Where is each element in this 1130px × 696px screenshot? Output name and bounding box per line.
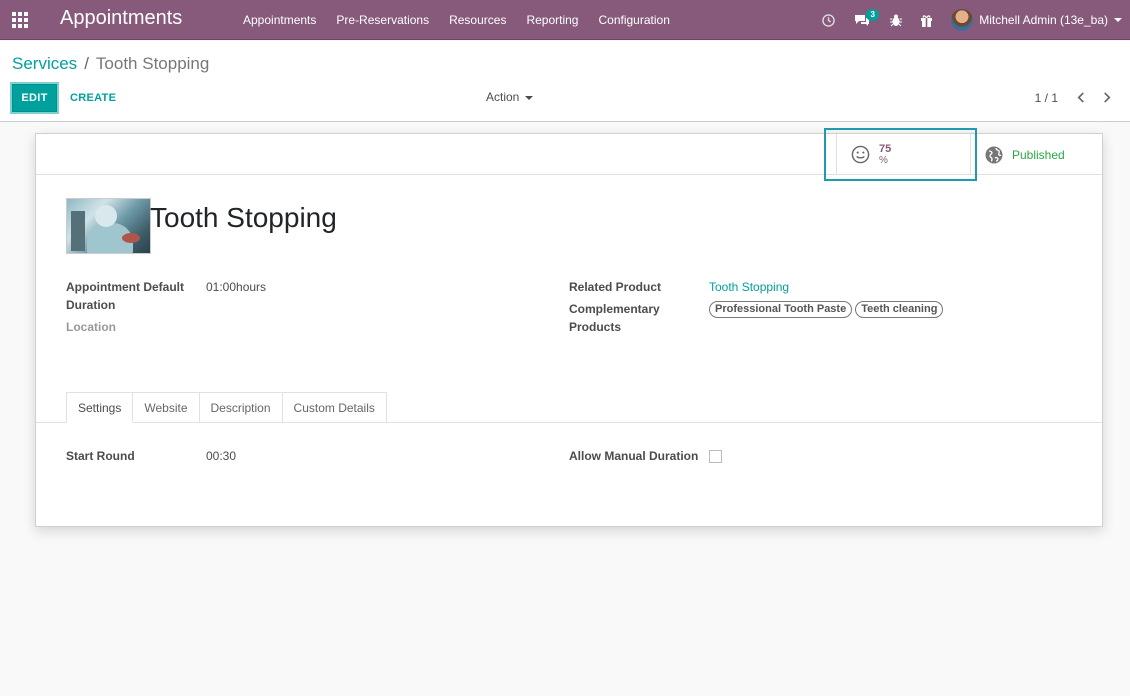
published-label: Published bbox=[1012, 147, 1065, 162]
create-button[interactable]: CREATE bbox=[64, 84, 122, 112]
breadcrumb-current: Tooth Stopping bbox=[95, 54, 210, 73]
pager-previous-button[interactable] bbox=[1068, 85, 1094, 109]
breadcrumb-services[interactable]: Services bbox=[12, 54, 77, 74]
menu-item-resources[interactable]: Resources bbox=[439, 0, 516, 40]
action-dropdown[interactable]: Action bbox=[486, 90, 534, 104]
menu-item-configuration[interactable]: Configuration bbox=[588, 0, 679, 40]
start-round-value: 00:30 bbox=[206, 449, 237, 463]
service-image[interactable] bbox=[66, 198, 151, 254]
pager-next-button[interactable] bbox=[1094, 85, 1120, 109]
related-product-label: Related Product bbox=[569, 280, 662, 294]
tag-teeth-cleaning[interactable]: Teeth cleaning bbox=[855, 301, 944, 318]
systray: 3 Mitchell Admin (13e_ba) bbox=[813, 0, 1130, 40]
chevron-left-icon bbox=[1077, 91, 1084, 103]
notebook-tabs: Settings Website Description Custom Deta… bbox=[66, 392, 387, 423]
complementary-products-label: Complementary Products bbox=[569, 302, 660, 334]
user-name: Mitchell Admin (13e_ba) bbox=[979, 13, 1108, 27]
control-panel: Services / Tooth Stopping EDIT CREATE Ac… bbox=[0, 41, 1130, 122]
chat-icon[interactable]: 3 bbox=[843, 0, 881, 40]
rating-stat-button[interactable]: 75 % bbox=[836, 134, 971, 175]
pager-value: 1 / 1 bbox=[1034, 91, 1058, 105]
start-round-label: Start Round bbox=[66, 449, 135, 463]
main-menu: Appointments Pre-Reservations Resources … bbox=[233, 0, 680, 40]
rating-unit: % bbox=[879, 155, 888, 166]
menu-item-reporting[interactable]: Reporting bbox=[516, 0, 588, 40]
allow-manual-duration-checkbox[interactable] bbox=[709, 450, 722, 463]
tab-settings[interactable]: Settings bbox=[66, 392, 134, 423]
complementary-tags: Professional Tooth Paste Teeth cleaning bbox=[709, 301, 944, 318]
allow-manual-duration-label: Allow Manual Duration bbox=[569, 449, 699, 463]
avatar bbox=[951, 9, 974, 31]
chevron-down-icon bbox=[1114, 18, 1122, 22]
published-toggle-button[interactable]: Published bbox=[971, 134, 1102, 175]
duration-label: Appointment Default Duration bbox=[66, 280, 184, 312]
tag-professional-tooth-paste[interactable]: Professional Tooth Paste bbox=[709, 301, 853, 318]
edit-button[interactable]: EDIT bbox=[12, 84, 57, 112]
apps-menu-icon[interactable] bbox=[12, 12, 28, 28]
breadcrumb-separator: / bbox=[84, 54, 89, 73]
messages-badge: 3 bbox=[866, 9, 880, 21]
tab-description[interactable]: Description bbox=[199, 392, 283, 423]
top-navbar: Appointments Appointments Pre-Reservatio… bbox=[0, 0, 1130, 40]
related-product-link[interactable]: Tooth Stopping bbox=[709, 278, 789, 296]
form-sheet: 75 % Published Tooth Stopping Appointmen… bbox=[35, 133, 1103, 527]
duration-value: 01:00hours bbox=[206, 280, 267, 294]
bug-icon[interactable] bbox=[881, 0, 911, 40]
record-title: Tooth Stopping bbox=[150, 202, 337, 233]
gift-icon[interactable] bbox=[911, 0, 941, 40]
pager-nav bbox=[1068, 85, 1120, 109]
menu-item-appointments[interactable]: Appointments bbox=[233, 0, 326, 40]
app-brand[interactable]: Appointments bbox=[60, 7, 182, 30]
clock-icon[interactable] bbox=[813, 0, 843, 40]
breadcrumb: Services / Tooth Stopping bbox=[12, 54, 209, 74]
tab-custom-details[interactable]: Custom Details bbox=[282, 392, 387, 423]
menu-item-pre-reservations[interactable]: Pre-Reservations bbox=[326, 0, 439, 40]
chevron-right-icon bbox=[1104, 91, 1111, 103]
location-label: Location bbox=[66, 320, 116, 334]
smart-button-box: 75 % Published bbox=[36, 134, 1102, 175]
smiley-icon bbox=[851, 145, 870, 164]
globe-icon bbox=[985, 146, 1003, 163]
tab-website[interactable]: Website bbox=[133, 392, 200, 423]
user-menu[interactable]: Mitchell Admin (13e_ba) bbox=[941, 0, 1130, 40]
action-label: Action bbox=[486, 90, 520, 104]
rating-value: 75 bbox=[879, 143, 892, 155]
caret-down-icon bbox=[525, 95, 534, 100]
